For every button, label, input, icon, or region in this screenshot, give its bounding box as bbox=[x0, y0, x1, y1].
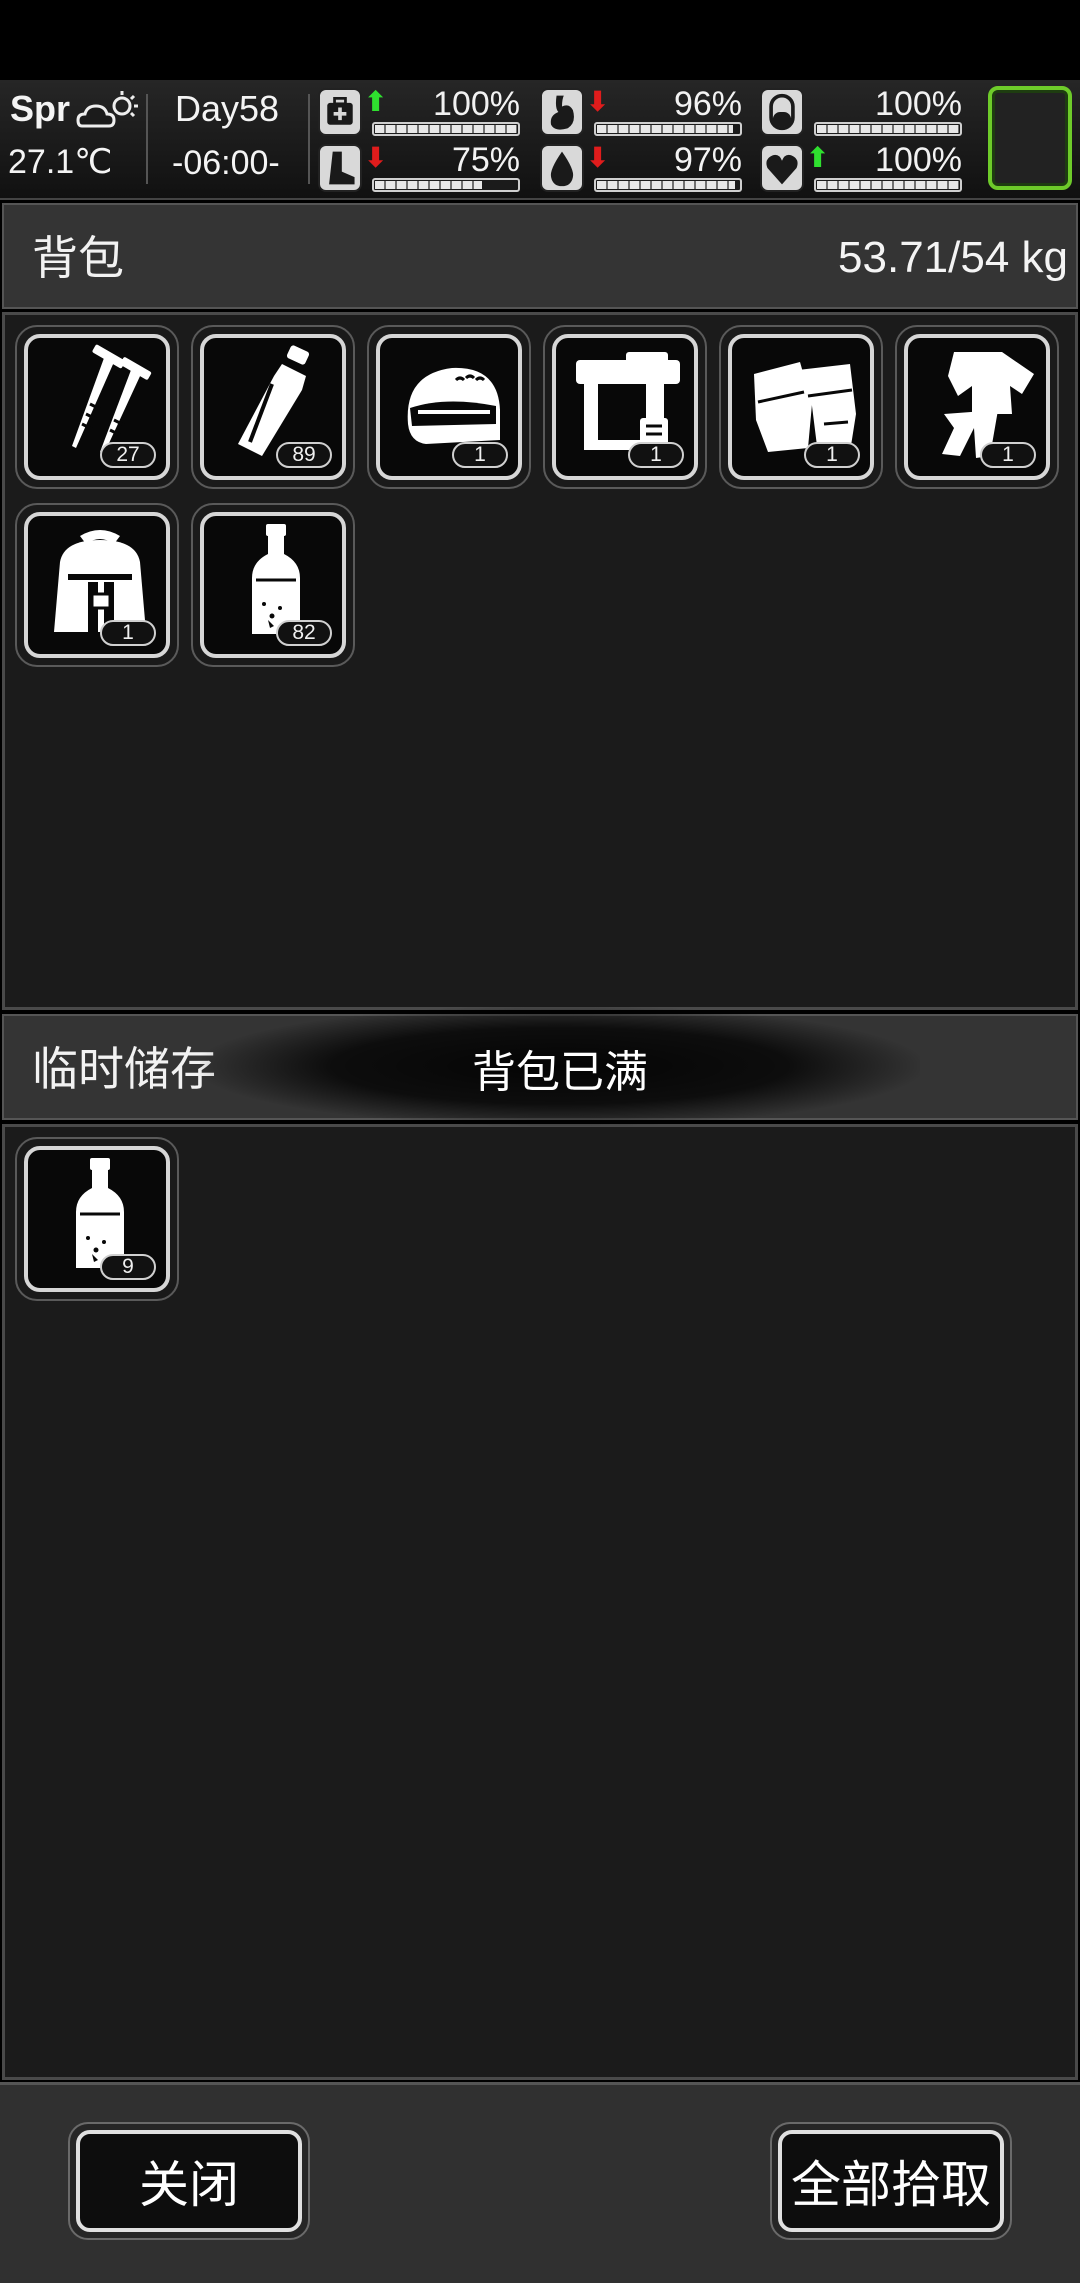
item-count-badge: 1 bbox=[980, 442, 1036, 468]
stat-bar-fill bbox=[597, 181, 735, 189]
health-icon bbox=[318, 88, 362, 136]
item-slot-frame: 1 bbox=[24, 512, 170, 658]
item-slot[interactable]: 9 bbox=[15, 1137, 179, 1301]
water-drop-icon bbox=[540, 144, 584, 192]
foot-icon bbox=[318, 144, 362, 192]
item-count-badge: 1 bbox=[100, 620, 156, 646]
temperature-label: 27.1℃ bbox=[8, 143, 113, 181]
stat-bar bbox=[594, 122, 742, 136]
close-button-label: 关闭 bbox=[76, 2130, 302, 2232]
item-slot-frame: 27 bbox=[24, 334, 170, 480]
item-slot-frame: 1 bbox=[728, 334, 874, 480]
divider bbox=[308, 94, 310, 184]
stat-percent: 100% bbox=[875, 85, 962, 123]
item-slot[interactable]: 89 bbox=[191, 325, 355, 489]
backpack-title: 背包 bbox=[32, 232, 124, 284]
item-count-badge: 1 bbox=[628, 442, 684, 468]
toast-text: 背包已满 bbox=[472, 1048, 648, 1097]
stat-percent: 96% bbox=[673, 85, 742, 123]
stat-bar bbox=[372, 122, 520, 136]
stat-bar-fill bbox=[817, 125, 959, 133]
item-count-badge: 9 bbox=[100, 1254, 156, 1280]
item-count-badge: 1 bbox=[804, 442, 860, 468]
character-portrait-slot[interactable] bbox=[988, 86, 1072, 190]
stat-bar-fill bbox=[375, 181, 482, 189]
day-label: Day58 bbox=[175, 88, 280, 129]
backpack-full-toast: 背包已满 bbox=[200, 1006, 920, 1126]
backpack-grid: 27 89 1 1 1 1 1 82 bbox=[2, 312, 1078, 1010]
item-slot[interactable]: 1 bbox=[895, 325, 1059, 489]
stat-bar-fill bbox=[597, 125, 734, 133]
temp-storage-title: 临时储存 bbox=[32, 1043, 216, 1095]
stat-percent: 100% bbox=[433, 85, 520, 123]
status-bar: Spr 27.1℃ Day58 -06:00- ⬆ 100% ⬇ 96% 100% ⬇ 75… bbox=[0, 80, 1080, 200]
item-slot[interactable]: 1 bbox=[543, 325, 707, 489]
item-count-badge: 1 bbox=[452, 442, 508, 468]
item-slot-frame: 82 bbox=[200, 512, 346, 658]
item-slot-frame: 1 bbox=[904, 334, 1050, 480]
item-slot-frame: 1 bbox=[552, 334, 698, 480]
item-count-badge: 89 bbox=[276, 442, 332, 468]
item-slot[interactable]: 1 bbox=[15, 503, 179, 667]
stomach-icon bbox=[540, 88, 584, 136]
item-slot-frame: 1 bbox=[376, 334, 522, 480]
divider bbox=[146, 94, 148, 184]
item-slot-frame: 89 bbox=[200, 334, 346, 480]
heart-icon bbox=[760, 144, 804, 192]
stat-percent: 97% bbox=[673, 141, 742, 179]
stat-bar bbox=[594, 178, 742, 192]
pick-all-button-label: 全部拾取 bbox=[778, 2130, 1004, 2232]
stat-bar bbox=[814, 178, 962, 192]
pill-icon bbox=[760, 88, 804, 136]
item-slot[interactable]: 1 bbox=[719, 325, 883, 489]
pick-all-button[interactable]: 全部拾取 bbox=[770, 2122, 1012, 2240]
time-label: -06:00- bbox=[172, 144, 280, 182]
item-slot[interactable]: 27 bbox=[15, 325, 179, 489]
item-count-badge: 82 bbox=[276, 620, 332, 646]
temp-storage-grid: 9 bbox=[2, 1124, 1078, 2080]
backpack-weight: 53.71/54 kg bbox=[838, 233, 1068, 282]
item-slot[interactable]: 1 bbox=[367, 325, 531, 489]
stat-bar bbox=[372, 178, 520, 192]
item-slot[interactable]: 82 bbox=[191, 503, 355, 667]
stat-bar-fill bbox=[817, 181, 959, 189]
item-slot-frame: 9 bbox=[24, 1146, 170, 1292]
stat-bar bbox=[814, 122, 962, 136]
stat-percent: 75% bbox=[451, 141, 520, 179]
backpack-header: 背包 53.71/54 kg bbox=[2, 203, 1078, 309]
stat-bar-fill bbox=[375, 125, 517, 133]
weather-icon bbox=[76, 90, 142, 130]
stat-percent: 100% bbox=[875, 141, 962, 179]
season-label: Spr bbox=[10, 88, 71, 129]
item-count-badge: 27 bbox=[100, 442, 156, 468]
close-button[interactable]: 关闭 bbox=[68, 2122, 310, 2240]
